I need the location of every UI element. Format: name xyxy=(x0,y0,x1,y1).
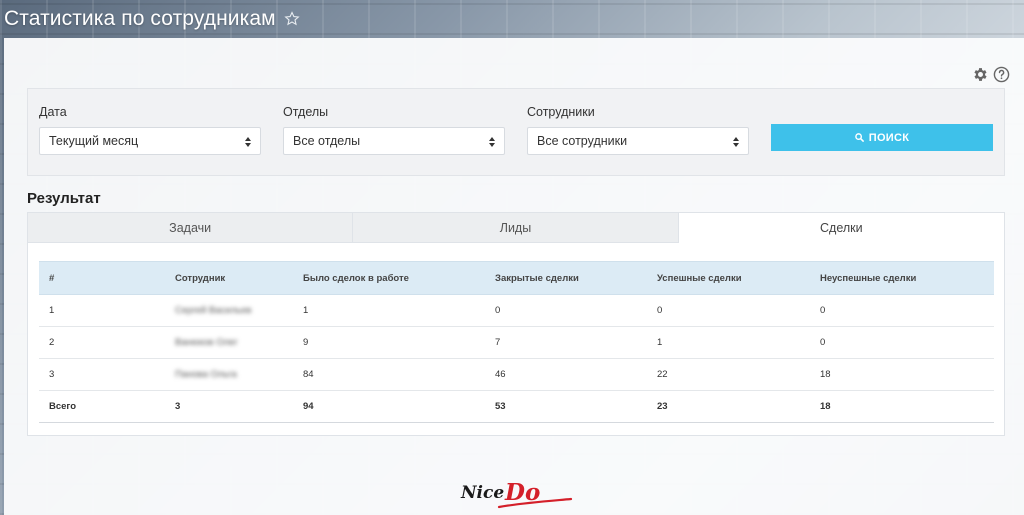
date-select-value: Текущий месяц xyxy=(49,134,139,148)
table-header-row: # Сотрудник Было сделок в работе Закрыты… xyxy=(39,261,994,295)
table-row: 2 Ванюков Олег 9 7 1 0 xyxy=(39,326,994,359)
cell-number: 2 xyxy=(39,326,165,359)
page-header: Статистика по сотрудникам xyxy=(0,0,1024,38)
select-arrows-icon xyxy=(245,137,251,147)
search-button[interactable]: ПОИСК xyxy=(771,124,993,151)
question-circle-icon[interactable] xyxy=(993,66,1010,83)
cell-employee[interactable]: Панова Ольга xyxy=(165,358,293,391)
total-in-work: 94 xyxy=(293,390,485,423)
column-header-failed[interactable]: Неуспешные сделки xyxy=(810,261,994,295)
cell-failed: 18 xyxy=(810,358,994,391)
search-button-label: ПОИСК xyxy=(868,131,910,144)
column-header-number[interactable]: # xyxy=(39,261,165,295)
total-failed: 18 xyxy=(810,390,994,423)
employees-select-value: Все сотрудники xyxy=(537,134,628,148)
tab-leads[interactable]: Лиды xyxy=(353,213,679,243)
result-title: Результат xyxy=(27,190,101,207)
cell-employee[interactable]: Сергей Васильев xyxy=(165,294,293,327)
svg-text:Nice: Nice xyxy=(460,483,504,503)
cell-successful: 0 xyxy=(647,294,810,327)
cell-successful: 1 xyxy=(647,326,810,359)
select-arrows-icon xyxy=(489,137,495,147)
employees-label: Сотрудники xyxy=(527,105,595,119)
total-successful: 23 xyxy=(647,390,810,423)
departments-select-value: Все отделы xyxy=(293,134,361,148)
result-panel: Задачи Лиды Сделки # Сотрудник Было сдел… xyxy=(27,212,1005,436)
main-content: Дата Текущий месяц Отделы Все отделы Сот… xyxy=(4,38,1024,515)
tab-deals[interactable]: Сделки xyxy=(678,213,1004,243)
cell-closed: 0 xyxy=(485,294,647,327)
cell-failed: 0 xyxy=(810,294,994,327)
column-header-employee[interactable]: Сотрудник xyxy=(165,261,293,295)
table-row: 1 Сергей Васильев 1 0 0 0 xyxy=(39,294,994,327)
cell-in-work: 1 xyxy=(293,294,485,327)
cell-number: 1 xyxy=(39,294,165,327)
departments-filter: Отделы Все отделы xyxy=(283,105,505,155)
cell-in-work: 9 xyxy=(293,326,485,359)
table-row: 3 Панова Ольга 84 46 22 18 xyxy=(39,358,994,391)
result-tabs: Задачи Лиды Сделки xyxy=(28,213,1004,243)
page-title: Статистика по сотрудникам xyxy=(4,7,276,30)
gear-icon[interactable] xyxy=(972,66,989,83)
deals-table: # Сотрудник Было сделок в работе Закрыты… xyxy=(39,261,994,423)
column-header-in-work[interactable]: Было сделок в работе xyxy=(293,261,485,295)
search-icon xyxy=(854,133,864,142)
cell-number: 3 xyxy=(39,358,165,391)
cell-closed: 46 xyxy=(485,358,647,391)
filter-panel: Дата Текущий месяц Отделы Все отделы Сот… xyxy=(27,88,1005,176)
cell-successful: 22 xyxy=(647,358,810,391)
column-header-closed[interactable]: Закрытые сделки xyxy=(485,261,647,295)
cell-closed: 7 xyxy=(485,326,647,359)
departments-select[interactable]: Все отделы xyxy=(283,127,505,155)
date-label: Дата xyxy=(39,105,67,119)
table-total-row: Всего 3 94 53 23 18 xyxy=(39,390,994,423)
date-select[interactable]: Текущий месяц xyxy=(39,127,261,155)
top-tools xyxy=(972,66,1010,83)
employees-select[interactable]: Все сотрудники xyxy=(527,127,749,155)
select-arrows-icon xyxy=(733,137,739,147)
cell-failed: 0 xyxy=(810,326,994,359)
employees-filter: Сотрудники Все сотрудники xyxy=(527,105,749,155)
tab-tasks[interactable]: Задачи xyxy=(28,213,354,243)
column-header-successful[interactable]: Успешные сделки xyxy=(647,261,810,295)
total-label: Всего xyxy=(39,390,165,423)
total-employees: 3 xyxy=(165,390,293,423)
star-icon[interactable] xyxy=(284,11,300,27)
cell-employee[interactable]: Ванюков Олег xyxy=(165,326,293,359)
total-closed: 53 xyxy=(485,390,647,423)
cell-in-work: 84 xyxy=(293,358,485,391)
departments-label: Отделы xyxy=(283,105,329,119)
date-filter: Дата Текущий месяц xyxy=(39,105,261,155)
nicedo-logo: Nice Do xyxy=(460,479,573,509)
